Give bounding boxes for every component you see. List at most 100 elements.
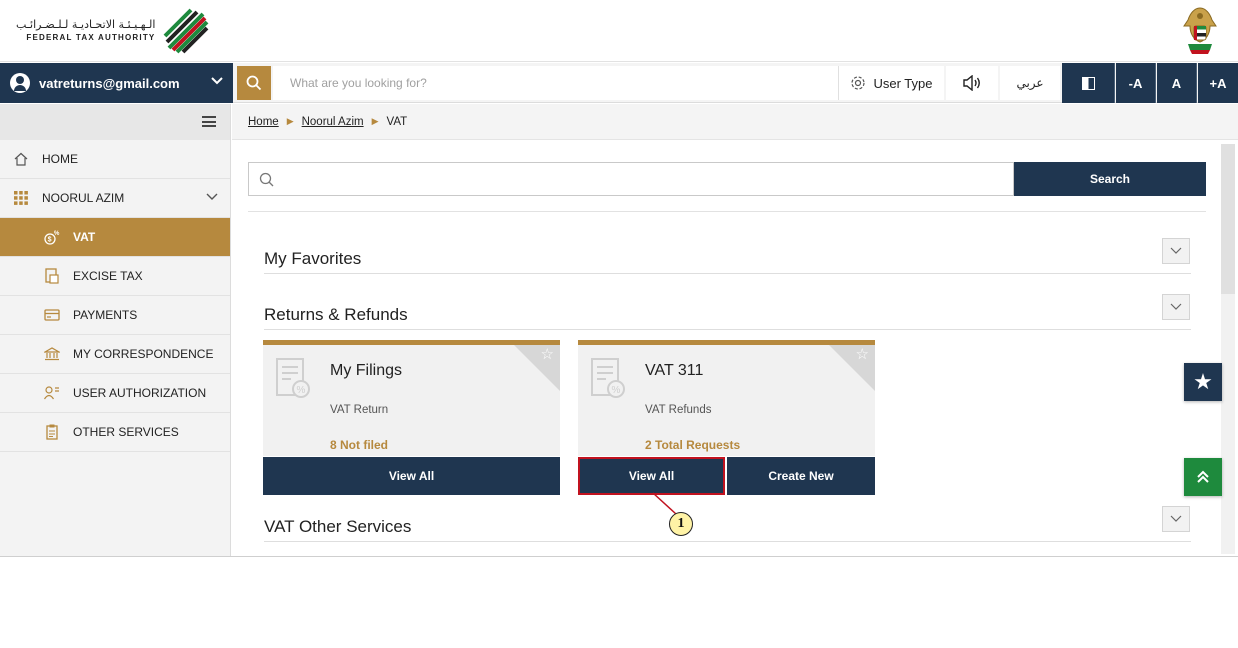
card-title: My Filings [330, 362, 403, 379]
sidebar-item-user-authorization[interactable]: USER AUTHORIZATION [0, 374, 230, 413]
fta-mark-icon [164, 8, 209, 54]
breadcrumb-arrow-icon: ▶ [286, 116, 294, 126]
breadcrumb: Home ▶ Noorul Azim ▶ VAT [232, 104, 1238, 140]
text-to-speech-button[interactable] [946, 66, 998, 100]
svg-text:%: % [612, 385, 621, 396]
sidebar: HOME NOORUL AZIM $% VAT EXCISE TAX PAYME… [0, 104, 231, 556]
logo-english-text: FEDERAL TAX AUTHORITY [26, 33, 156, 42]
contrast-toggle[interactable] [1062, 63, 1115, 103]
create-new-button[interactable]: Create New [727, 457, 875, 495]
sidebar-item-label: MY CORRESPONDENCE [73, 347, 214, 361]
user-type-button[interactable]: User Type [838, 66, 944, 100]
sidebar-item-home[interactable]: HOME [0, 140, 230, 179]
sidebar-item-other-services[interactable]: OTHER SERVICES [0, 413, 230, 452]
star-icon[interactable]: ☆ [856, 347, 869, 362]
section-title: Returns & Refunds [264, 305, 408, 324]
svg-text:%: % [297, 385, 306, 396]
service-card-my-filings: % My Filings VAT Return 8 Not filed ☆ Vi… [263, 340, 560, 495]
user-type-label: User Type [873, 75, 933, 91]
sidebar-header [0, 104, 230, 140]
card-count: 2 Total Requests [645, 438, 741, 452]
vat-icon: $% [44, 229, 60, 245]
language-toggle[interactable]: عربي [1000, 66, 1060, 100]
font-decrease-button[interactable]: -A [1116, 63, 1156, 103]
svg-text:%: % [54, 231, 60, 237]
chevron-down-icon [1170, 515, 1182, 522]
section-title: VAT Other Services [264, 517, 412, 536]
card-body: % My Filings VAT Return 8 Not filed ☆ [263, 340, 560, 456]
uae-emblem-icon [1183, 7, 1217, 54]
card-subtitle: VAT Refunds [645, 404, 712, 416]
chevron-down-icon [1170, 303, 1182, 310]
scrollbar[interactable] [1221, 144, 1235, 554]
scroll-to-top-button[interactable] [1184, 458, 1222, 496]
top-header: الـهـيـئـة الاتحـاديـة لـلـضـرائـب FEDER… [0, 0, 1238, 62]
font-normal-button[interactable]: A [1157, 63, 1197, 103]
card-count: 8 Not filed [330, 438, 389, 452]
search-icon [259, 172, 274, 187]
user-email: vatreturns@gmail.com [39, 75, 180, 91]
sidebar-item-label: VAT [73, 230, 96, 244]
sidebar-item-vat[interactable]: $% VAT [0, 218, 230, 257]
bank-icon [44, 346, 60, 362]
view-all-button[interactable]: View All [263, 457, 560, 495]
logo-arabic-text: الـهـيـئـة الاتحـاديـة لـلـضـرائـب [16, 18, 156, 31]
breadcrumb-home[interactable]: Home [248, 116, 279, 128]
view-all-button[interactable]: View All [578, 457, 725, 495]
sidebar-item-label: OTHER SERVICES [73, 425, 179, 439]
user-menu[interactable]: vatreturns@gmail.com [0, 63, 233, 103]
sidebar-item-label: USER AUTHORIZATION [73, 386, 207, 400]
sidebar-item-excise-tax[interactable]: EXCISE TAX [0, 257, 230, 296]
breadcrumb-current: VAT [386, 115, 408, 128]
collapse-other-services-button[interactable] [1162, 506, 1190, 532]
excise-icon [44, 268, 60, 284]
favorites-float-button[interactable]: ★ [1184, 363, 1222, 401]
service-search-field[interactable] [248, 162, 1014, 196]
star-icon[interactable]: ☆ [541, 347, 554, 362]
speaker-icon [963, 75, 980, 91]
grid-icon [13, 190, 29, 206]
breadcrumb-arrow-icon: ▶ [371, 116, 379, 126]
document-percent-icon: % [276, 358, 310, 398]
collapse-favorites-button[interactable] [1162, 238, 1190, 264]
main-content: Home ▶ Noorul Azim ▶ VAT Search My Favor… [232, 104, 1238, 556]
svg-text:$: $ [48, 237, 52, 244]
top-search-input[interactable] [273, 66, 838, 100]
app-frame: الـهـيـئـة الاتحـاديـة لـلـضـرائـب FEDER… [0, 0, 1238, 557]
user-avatar-icon [10, 73, 30, 93]
document-icon [44, 424, 60, 440]
scrollbar-thumb[interactable] [1221, 144, 1235, 294]
section-vat-other-services: VAT Other Services [264, 510, 1191, 542]
sidebar-item-label: NOORUL AZIM [42, 191, 125, 205]
service-card-vat-311: % VAT 311 VAT Refunds 2 Total Requests ☆… [578, 340, 875, 495]
sidebar-item-my-correspondence[interactable]: MY CORRESPONDENCE [0, 335, 230, 374]
chevron-down-icon [1170, 247, 1182, 254]
collapse-returns-button[interactable] [1162, 294, 1190, 320]
section-title: My Favorites [264, 249, 362, 268]
sidebar-item-noorul-azim[interactable]: NOORUL AZIM [0, 179, 230, 218]
card-subtitle: VAT Return [330, 404, 389, 416]
star-icon: ★ [1193, 369, 1213, 394]
section-my-favorites: My Favorites [264, 242, 1191, 274]
hamburger-menu-icon[interactable] [202, 116, 216, 127]
document-percent-icon: % [591, 358, 625, 398]
fta-logo[interactable]: الـهـيـئـة الاتحـاديـة لـلـضـرائـب FEDER… [16, 6, 209, 56]
card-body: % VAT 311 VAT Refunds 2 Total Requests ☆ [578, 340, 875, 456]
payments-icon [44, 307, 60, 323]
callout-badge: 1 [669, 512, 693, 536]
toolbar: vatreturns@gmail.com User Type عربي -A A… [0, 63, 1238, 103]
home-icon [13, 151, 29, 167]
search-icon [246, 75, 262, 91]
user-auth-icon [44, 385, 60, 401]
service-search-button[interactable]: Search [1014, 162, 1206, 196]
font-increase-button[interactable]: +A [1198, 63, 1238, 103]
sidebar-item-label: EXCISE TAX [73, 269, 143, 283]
top-search-button[interactable] [237, 66, 271, 100]
card-title: VAT 311 [645, 362, 704, 379]
sidebar-item-payments[interactable]: PAYMENTS [0, 296, 230, 335]
divider [248, 211, 1206, 212]
sidebar-item-label: PAYMENTS [73, 308, 138, 322]
gear-icon [851, 76, 866, 90]
section-returns-refunds: Returns & Refunds [264, 298, 1191, 330]
breadcrumb-noorul-azim[interactable]: Noorul Azim [302, 116, 364, 128]
